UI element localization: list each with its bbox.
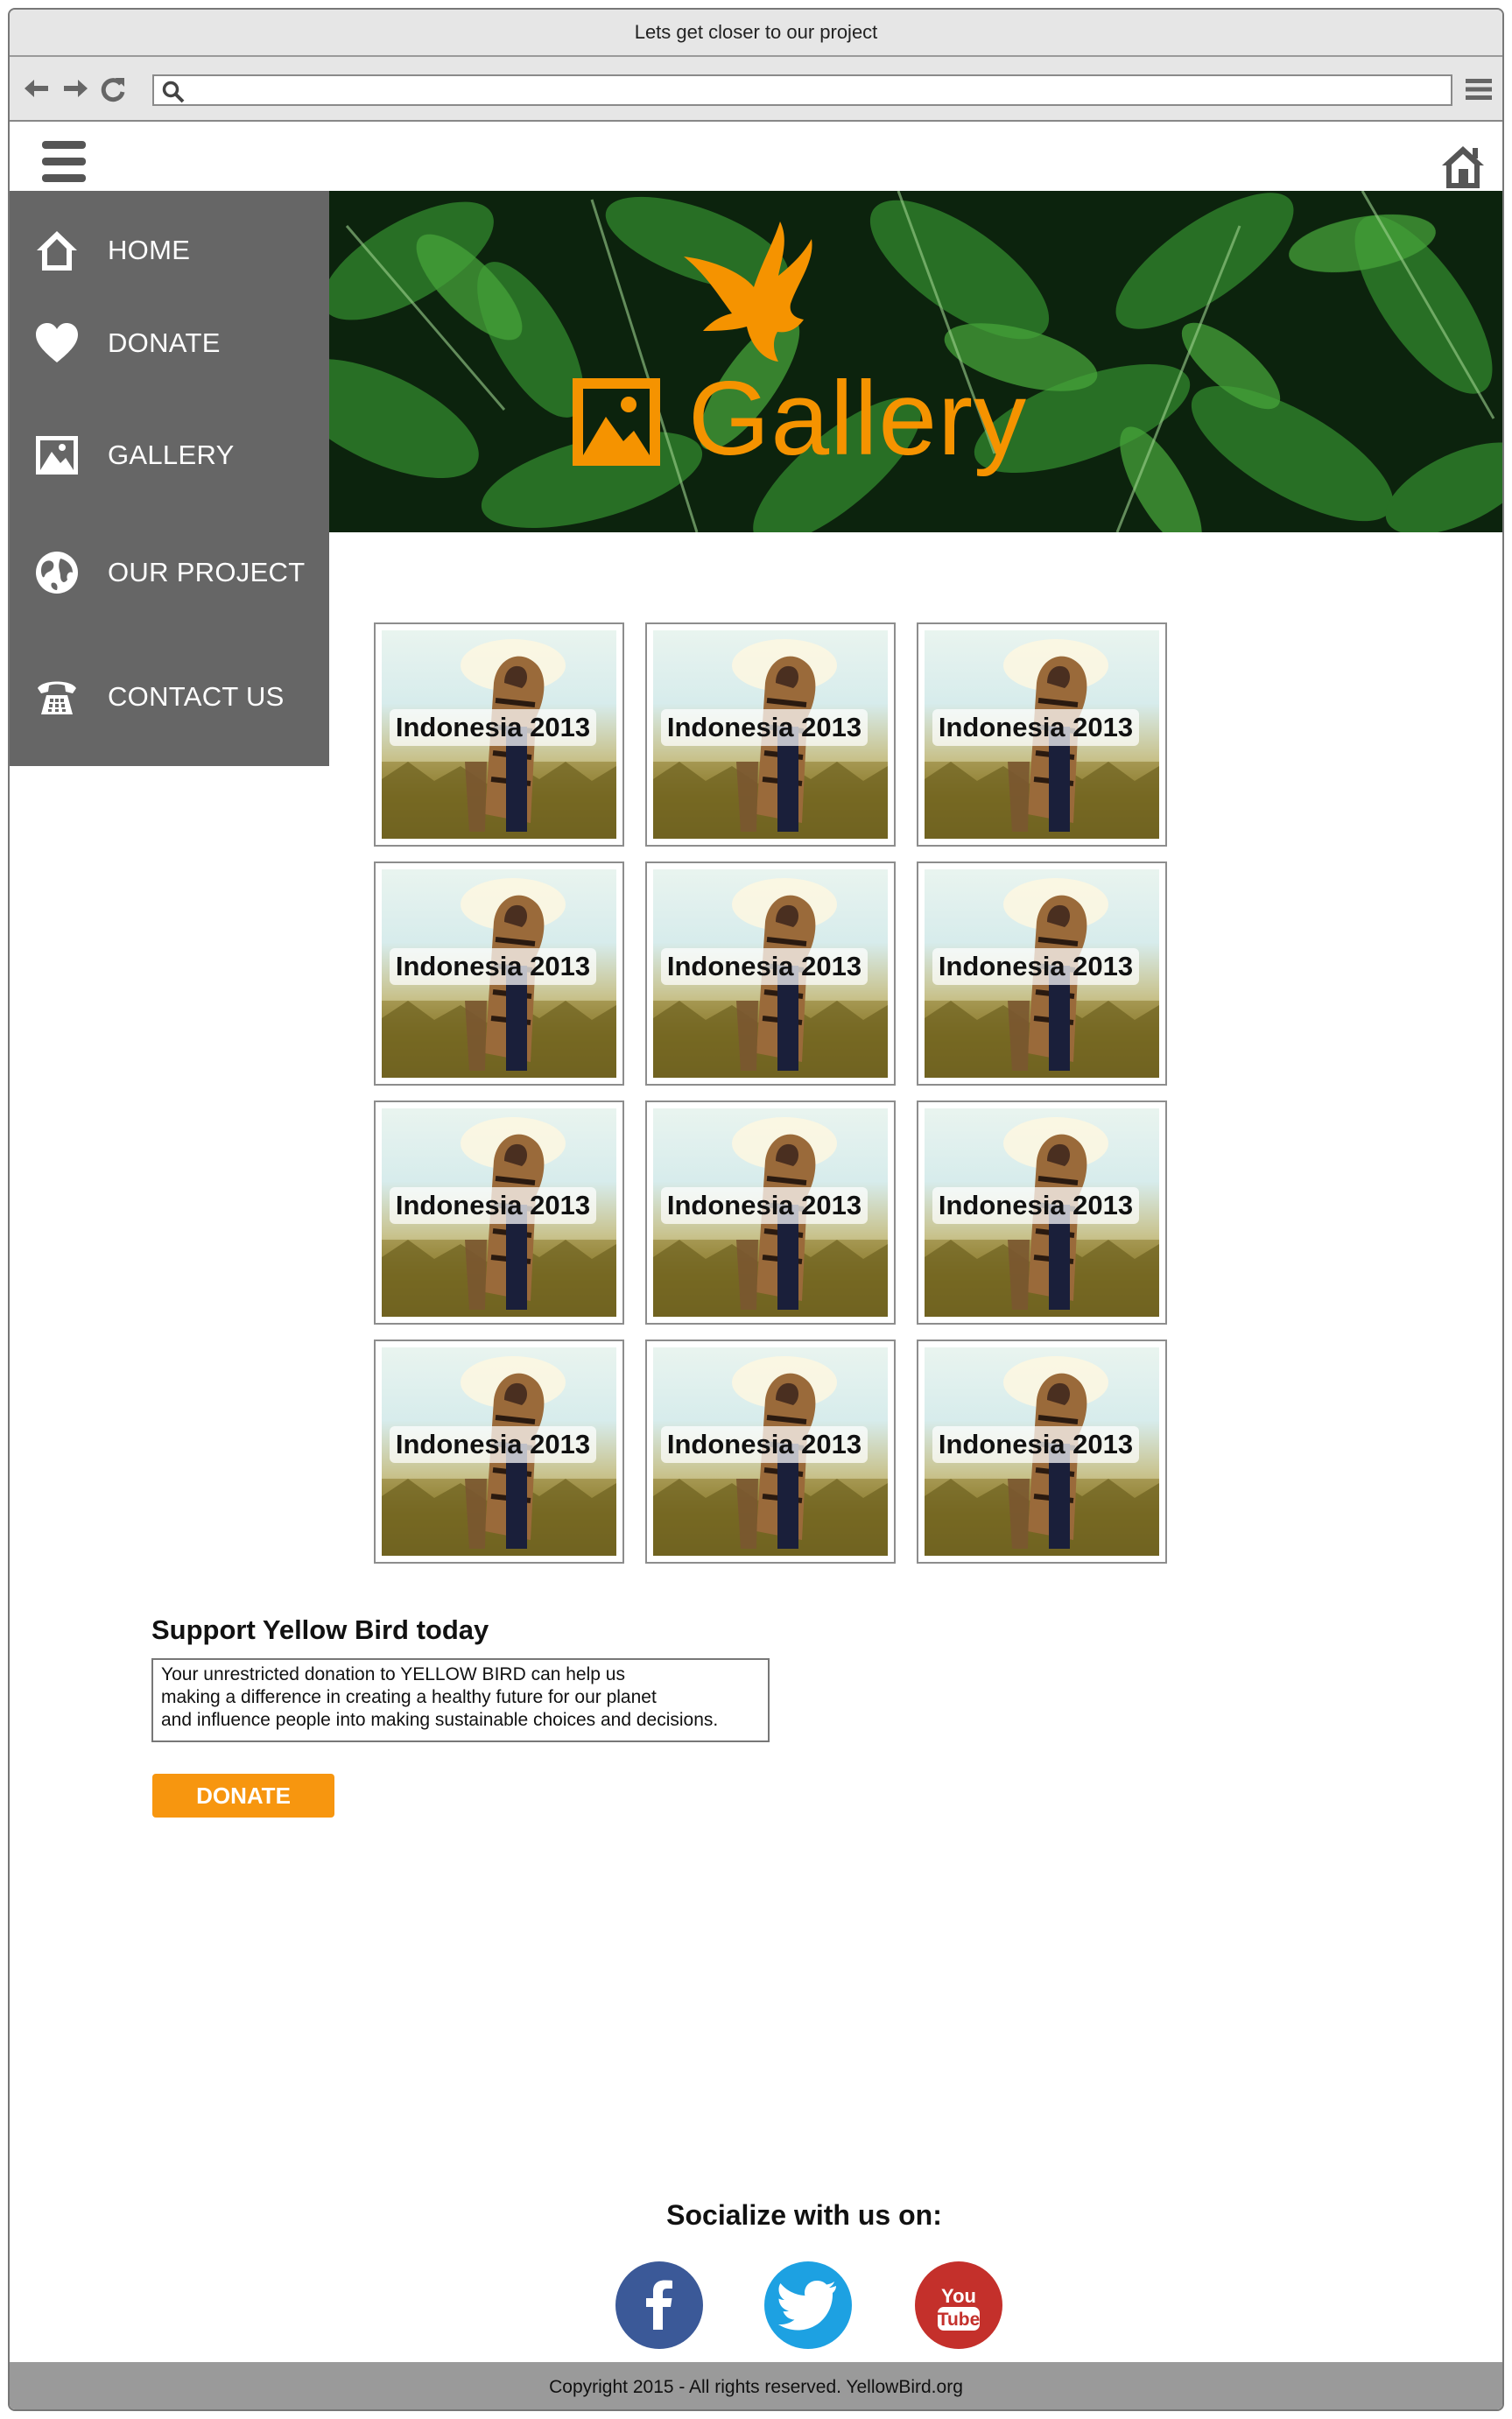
svg-text:You: You: [941, 2285, 976, 2307]
gallery-tile[interactable]: Indonesia 2013: [374, 1101, 624, 1325]
gallery-caption: Indonesia 2013: [390, 1426, 596, 1463]
footer: Copyright 2015 - All rights reserved. Ye…: [10, 2362, 1502, 2409]
gallery-tile[interactable]: Indonesia 2013: [917, 622, 1167, 847]
browser-window: Lets get closer to our project HOME DONA…: [8, 8, 1504, 2411]
forward-arrow-icon[interactable]: [59, 73, 90, 104]
sidebar-item-our-project[interactable]: OUR PROJECT: [10, 539, 329, 609]
image-icon: [36, 436, 78, 475]
facebook-icon: [646, 2280, 672, 2330]
globe-icon: [36, 552, 78, 594]
sidebar-item-gallery[interactable]: GALLERY: [10, 422, 329, 492]
social-heading: Socialize with us on:: [10, 2199, 1502, 2232]
sidebar-item-donate[interactable]: DONATE: [10, 310, 329, 380]
image-icon: [573, 378, 660, 466]
browser-menu-icon[interactable]: [1464, 76, 1494, 102]
browser-toolbar: [10, 57, 1502, 122]
banner-title: Gallery: [688, 360, 1028, 477]
gallery-caption: Indonesia 2013: [390, 948, 596, 985]
reload-icon[interactable]: [97, 73, 129, 104]
gallery-caption: Indonesia 2013: [661, 1426, 868, 1463]
phone-icon: [38, 681, 76, 714]
sidebar-item-label: HOME: [108, 235, 191, 265]
gallery-caption: Indonesia 2013: [932, 1187, 1139, 1224]
gallery-caption: Indonesia 2013: [390, 709, 596, 746]
hamburger-menu-icon[interactable]: [40, 137, 88, 186]
support-text: Your unrestricted donation to YELLOW BIR…: [151, 1658, 770, 1742]
heart-icon: [36, 323, 78, 362]
gallery-tile[interactable]: Indonesia 2013: [645, 1101, 896, 1325]
gallery-caption: Indonesia 2013: [932, 709, 1139, 746]
gallery-tile[interactable]: Indonesia 2013: [374, 622, 624, 847]
gallery-caption: Indonesia 2013: [932, 1426, 1139, 1463]
twitter-link[interactable]: [764, 2261, 852, 2349]
svg-text:Tube: Tube: [938, 2310, 981, 2330]
search-icon: [162, 81, 185, 103]
gallery-tile[interactable]: Indonesia 2013: [645, 622, 896, 847]
gallery-tile[interactable]: Indonesia 2013: [917, 1340, 1167, 1564]
window-title: Lets get closer to our project: [10, 10, 1502, 57]
gallery-caption: Indonesia 2013: [661, 948, 868, 985]
gallery-tile[interactable]: Indonesia 2013: [374, 861, 624, 1086]
address-bar[interactable]: [152, 74, 1452, 106]
sidebar-menu: HOME DONATE GALLERY OUR PROJECT CONTACT …: [10, 191, 329, 766]
twitter-icon: [778, 2281, 836, 2331]
url-input[interactable]: [193, 78, 1439, 104]
support-heading: Support Yellow Bird today: [151, 1614, 489, 1645]
facebook-link[interactable]: [615, 2261, 703, 2349]
sidebar-item-label: GALLERY: [108, 439, 235, 470]
sidebar-item-label: OUR PROJECT: [108, 557, 306, 587]
youtube-icon: You Tube: [938, 2285, 981, 2331]
sidebar-item-home[interactable]: HOME: [10, 217, 329, 287]
sidebar-item-label: DONATE: [108, 327, 221, 358]
back-arrow-icon[interactable]: [22, 73, 53, 104]
home-icon[interactable]: [1439, 143, 1487, 192]
gallery-tile[interactable]: Indonesia 2013: [917, 1101, 1167, 1325]
gallery-tile[interactable]: Indonesia 2013: [645, 1340, 896, 1564]
home-icon: [37, 231, 77, 271]
gallery-tile[interactable]: Indonesia 2013: [917, 861, 1167, 1086]
gallery-caption: Indonesia 2013: [661, 709, 868, 746]
sidebar-item-label: CONTACT US: [108, 681, 285, 712]
gallery-caption: Indonesia 2013: [661, 1187, 868, 1224]
youtube-link[interactable]: You Tube: [915, 2261, 1002, 2349]
sidebar-item-contact-us[interactable]: CONTACT US: [10, 664, 329, 734]
gallery-caption: Indonesia 2013: [932, 948, 1139, 985]
donate-button[interactable]: DONATE: [152, 1774, 334, 1818]
bird-icon: [684, 222, 812, 362]
gallery-banner: Gallery: [329, 191, 1502, 532]
gallery-tile[interactable]: Indonesia 2013: [645, 861, 896, 1086]
gallery-tile[interactable]: Indonesia 2013: [374, 1340, 624, 1564]
social-heading-text: Socialize with us on:: [666, 2199, 942, 2231]
gallery-caption: Indonesia 2013: [390, 1187, 596, 1224]
